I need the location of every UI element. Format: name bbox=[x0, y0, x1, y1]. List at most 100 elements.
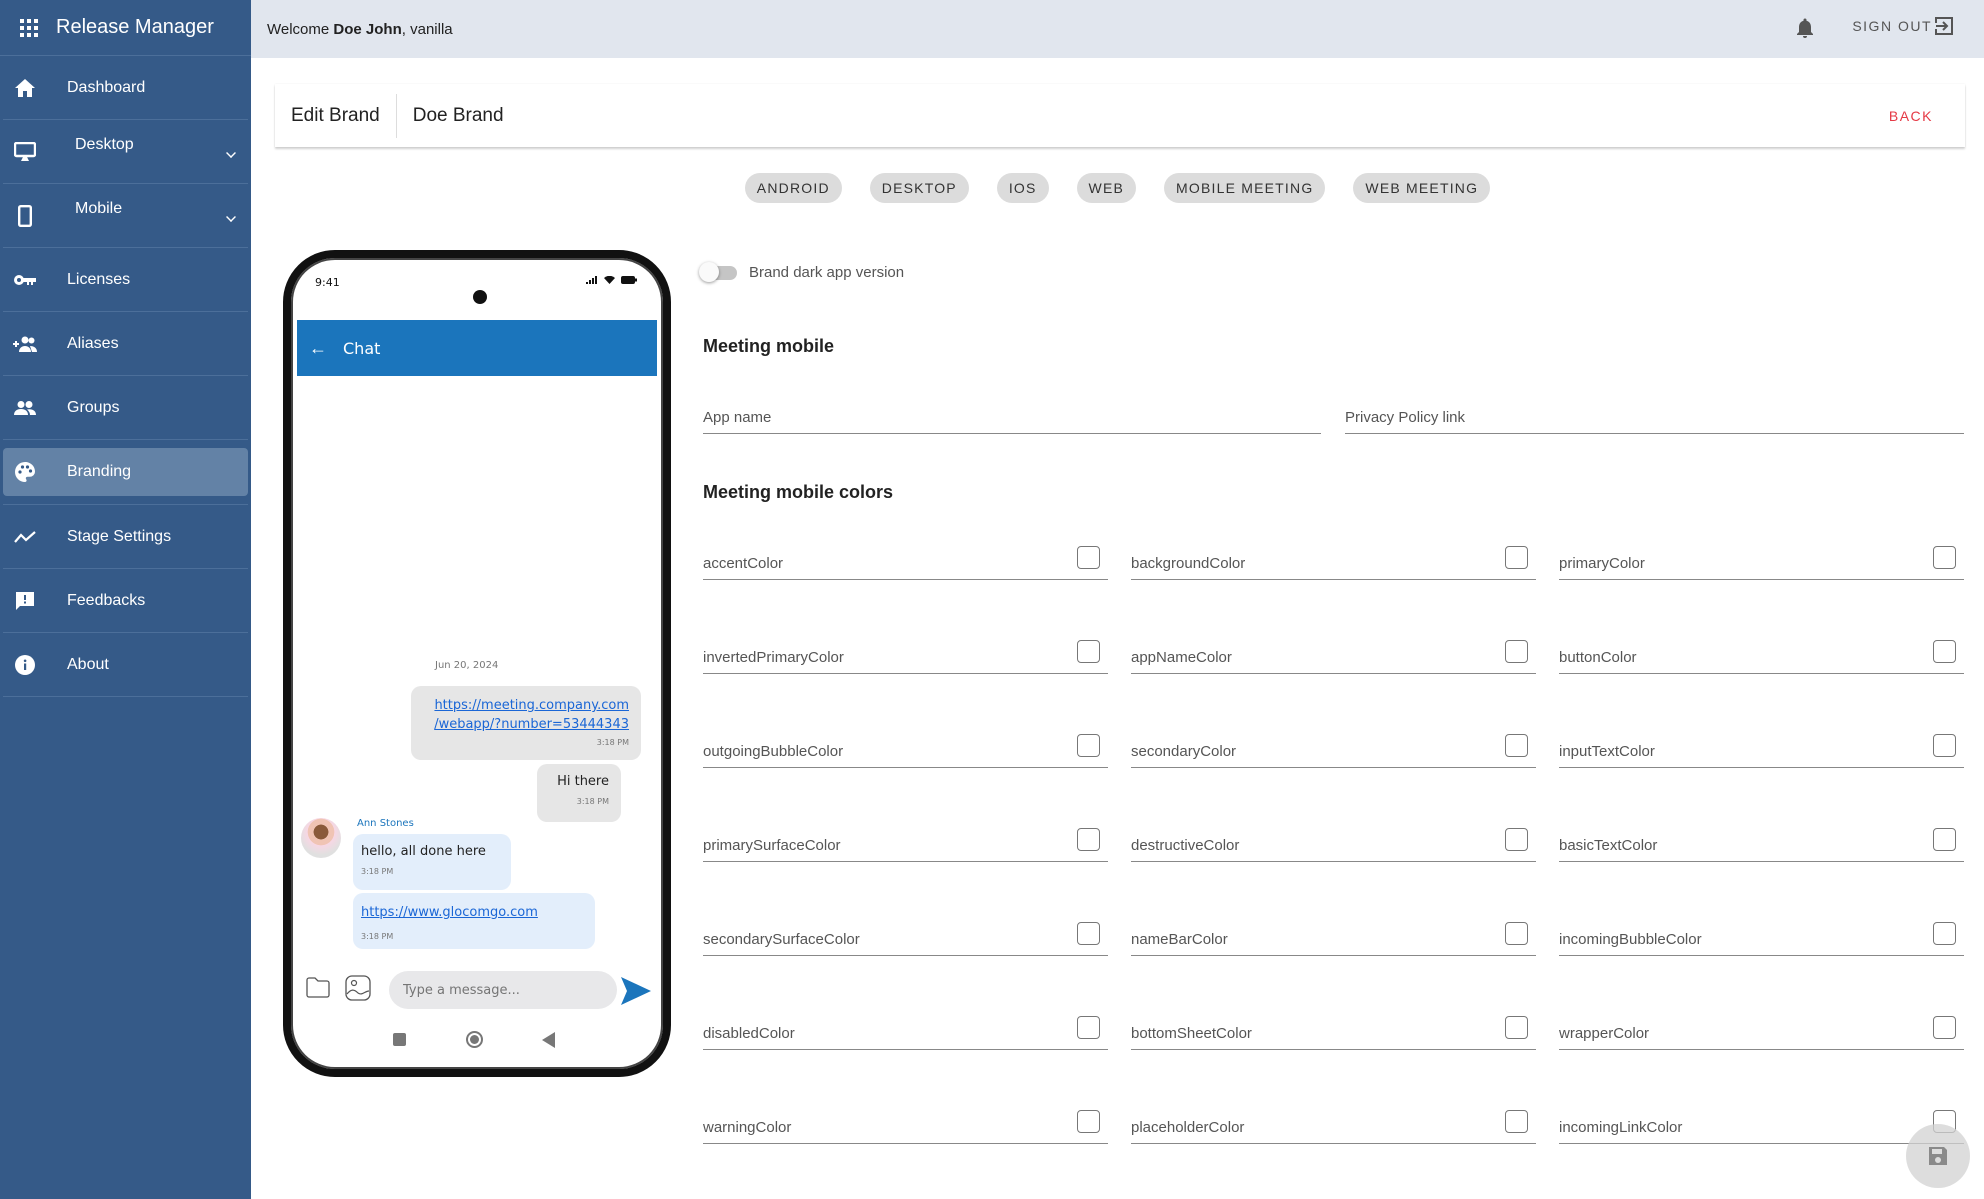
message-time: 3:18 PM bbox=[596, 738, 629, 747]
sidebar-item-groups[interactable]: Groups bbox=[3, 376, 248, 440]
color-field-nameBarColor[interactable]: nameBarColor bbox=[1131, 922, 1536, 956]
color-swatch[interactable] bbox=[1933, 546, 1956, 569]
section-title-meeting-mobile: Meeting mobile bbox=[703, 336, 835, 356]
color-field-basicTextColor[interactable]: basicTextColor bbox=[1559, 828, 1964, 862]
sign-out-button[interactable]: SIGN OUT bbox=[1852, 16, 1954, 36]
color-field-secondaryColor[interactable]: secondaryColor bbox=[1131, 734, 1536, 768]
sidebar-item-feedbacks[interactable]: Feedbacks bbox=[3, 569, 248, 633]
mobile-icon bbox=[13, 204, 37, 228]
color-swatch[interactable] bbox=[1933, 734, 1956, 757]
color-swatch[interactable] bbox=[1933, 922, 1956, 945]
chevron-down-icon[interactable] bbox=[226, 148, 236, 158]
image-icon[interactable] bbox=[345, 975, 371, 1001]
message-text: Hi there bbox=[557, 774, 609, 789]
color-field-secondarySurfaceColor[interactable]: secondarySurfaceColor bbox=[703, 922, 1108, 956]
sidebar-item-branding[interactable]: Branding bbox=[3, 448, 248, 496]
back-arrow-icon[interactable]: ← bbox=[309, 338, 327, 359]
color-field-incomingBubbleColor[interactable]: incomingBubbleColor bbox=[1559, 922, 1964, 956]
group-add-icon bbox=[13, 332, 37, 356]
toggle-switch[interactable] bbox=[699, 261, 737, 282]
color-swatch[interactable] bbox=[1505, 922, 1528, 945]
color-field-placeholderColor[interactable]: placeholderColor bbox=[1131, 1110, 1536, 1144]
message-input[interactable] bbox=[389, 971, 617, 1009]
color-swatch[interactable] bbox=[1933, 1016, 1956, 1039]
color-field-label: primarySurfaceColor bbox=[703, 837, 841, 854]
color-field-incomingLinkColor[interactable]: incomingLinkColor bbox=[1559, 1110, 1964, 1144]
color-swatch[interactable] bbox=[1505, 734, 1528, 757]
tab-ios[interactable]: IOS bbox=[996, 173, 1049, 203]
folder-icon[interactable] bbox=[305, 977, 331, 999]
color-swatch[interactable] bbox=[1933, 828, 1956, 851]
color-field-primarySurfaceColor[interactable]: primarySurfaceColor bbox=[703, 828, 1108, 862]
color-field-warningColor[interactable]: warningColor bbox=[703, 1110, 1108, 1144]
top-bar: Welcome Doe John, vanilla SIGN OUT bbox=[251, 0, 1984, 58]
message-link[interactable]: https://meeting.company.com/webapp/?numb… bbox=[434, 698, 629, 732]
color-swatch[interactable] bbox=[1077, 922, 1100, 945]
exit-icon bbox=[1934, 17, 1953, 35]
color-field-accentColor[interactable]: accentColor bbox=[703, 546, 1108, 580]
tab-desktop[interactable]: DESKTOP bbox=[869, 173, 969, 203]
app-name-field[interactable]: App name bbox=[703, 400, 1321, 434]
color-swatch[interactable] bbox=[1077, 640, 1100, 663]
sidebar-item-label: Feedbacks bbox=[67, 591, 146, 609]
status-time: 9:41 bbox=[315, 276, 340, 289]
color-field-label: wrapperColor bbox=[1559, 1025, 1650, 1042]
color-field-appNameColor[interactable]: appNameColor bbox=[1131, 640, 1536, 674]
color-swatch[interactable] bbox=[1505, 546, 1528, 569]
color-field-invertedPrimaryColor[interactable]: invertedPrimaryColor bbox=[703, 640, 1108, 674]
privacy-link-field[interactable]: Privacy Policy link bbox=[1345, 400, 1964, 434]
back-button[interactable]: BACK bbox=[1889, 108, 1933, 124]
welcome-prefix: Welcome bbox=[267, 20, 334, 38]
color-field-wrapperColor[interactable]: wrapperColor bbox=[1559, 1016, 1964, 1050]
color-field-disabledColor[interactable]: disabledColor bbox=[703, 1016, 1108, 1050]
send-icon[interactable] bbox=[621, 977, 651, 1005]
chevron-down-icon[interactable] bbox=[226, 212, 236, 222]
dark-version-toggle[interactable]: Brand dark app version bbox=[699, 261, 905, 282]
apps-grid-icon[interactable] bbox=[20, 18, 38, 37]
message-bubble: https://www.glocomgo.com 3:18 PM bbox=[353, 893, 595, 949]
color-swatch[interactable] bbox=[1505, 828, 1528, 851]
color-field-label: invertedPrimaryColor bbox=[703, 649, 844, 666]
sidebar-item-label: Desktop bbox=[75, 136, 134, 153]
color-field-primaryColor[interactable]: primaryColor bbox=[1559, 546, 1964, 580]
toggle-label: Brand dark app version bbox=[749, 264, 905, 281]
color-swatch[interactable] bbox=[1505, 1110, 1528, 1133]
color-swatch[interactable] bbox=[1077, 546, 1100, 569]
sidebar-item-dashboard[interactable]: Dashboard bbox=[3, 56, 248, 120]
sidebar-item-stage-settings[interactable]: Stage Settings bbox=[3, 505, 248, 569]
sidebar-item-about[interactable]: About bbox=[3, 633, 248, 697]
sidebar-item-label: Dashboard bbox=[67, 78, 146, 96]
recents-button[interactable] bbox=[393, 1033, 406, 1046]
sidebar-item-label: Groups bbox=[67, 398, 120, 416]
back-nav-button[interactable] bbox=[542, 1032, 555, 1048]
color-field-inputTextColor[interactable]: inputTextColor bbox=[1559, 734, 1964, 768]
color-swatch[interactable] bbox=[1077, 1110, 1100, 1133]
color-field-outgoingBubbleColor[interactable]: outgoingBubbleColor bbox=[703, 734, 1108, 768]
color-swatch[interactable] bbox=[1505, 640, 1528, 663]
color-field-bottomSheetColor[interactable]: bottomSheetColor bbox=[1131, 1016, 1536, 1050]
color-field-destructiveColor[interactable]: destructiveColor bbox=[1131, 828, 1536, 862]
header-label: Edit Brand bbox=[275, 93, 397, 138]
tab-web[interactable]: WEB bbox=[1076, 173, 1137, 203]
message-bubble: Hi there 3:18 PM bbox=[537, 764, 621, 822]
color-field-buttonColor[interactable]: buttonColor bbox=[1559, 640, 1964, 674]
color-field-label: backgroundColor bbox=[1131, 555, 1246, 572]
message-link[interactable]: https://www.glocomgo.com bbox=[361, 905, 538, 920]
save-button[interactable] bbox=[1906, 1124, 1970, 1188]
sidebar-item-aliases[interactable]: Aliases bbox=[3, 312, 248, 376]
tab-mobile-meeting[interactable]: MOBILE MEETING bbox=[1164, 173, 1326, 203]
tab-android[interactable]: ANDROID bbox=[744, 173, 842, 203]
color-field-backgroundColor[interactable]: backgroundColor bbox=[1131, 546, 1536, 580]
tab-web-meeting[interactable]: WEB MEETING bbox=[1353, 173, 1491, 203]
color-swatch[interactable] bbox=[1077, 828, 1100, 851]
color-swatch[interactable] bbox=[1077, 1016, 1100, 1039]
color-swatch[interactable] bbox=[1505, 1016, 1528, 1039]
bell-icon[interactable] bbox=[1796, 18, 1814, 43]
phone-preview: 9:41 ← Chat Jun 20, 2024 https://meeting… bbox=[283, 250, 671, 1077]
home-button[interactable] bbox=[466, 1031, 483, 1048]
sidebar-item-licenses[interactable]: Licenses bbox=[3, 248, 248, 312]
message-composer bbox=[297, 969, 657, 1009]
color-swatch[interactable] bbox=[1077, 734, 1100, 757]
sign-out-label: SIGN OUT bbox=[1852, 18, 1932, 34]
color-swatch[interactable] bbox=[1933, 640, 1956, 663]
